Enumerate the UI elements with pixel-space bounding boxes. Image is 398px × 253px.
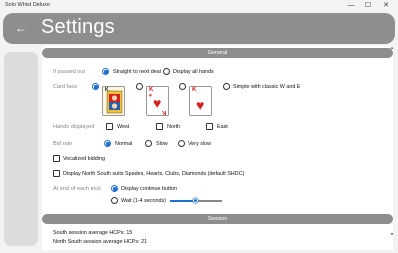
- west-label: West: [117, 124, 130, 130]
- radio-card-face-2[interactable]: [136, 83, 143, 90]
- north-label: North: [167, 124, 181, 130]
- window-title: Solo Whist Deluxe: [5, 2, 50, 8]
- wait-seconds-label: Wait (1-4 seconds): [121, 198, 167, 204]
- card-face-preview-1: K: [102, 86, 125, 116]
- heart-small-icon: ♥: [149, 93, 152, 99]
- checkbox-vocalized-bidding[interactable]: [53, 155, 60, 162]
- wait-slider[interactable]: [170, 196, 222, 205]
- left-panel: [4, 52, 38, 246]
- checkbox-display-north-south-suits[interactable]: [53, 170, 60, 177]
- display-north-south-suits-label: Display North South suits Spades, Hearts…: [63, 171, 245, 177]
- display-continue-button-label: Display continue button: [121, 186, 178, 192]
- scroll-down-icon[interactable]: [390, 233, 394, 236]
- section-header-general: General: [42, 48, 393, 58]
- radio-card-face-1[interactable]: [92, 83, 99, 90]
- minimize-button[interactable]: —: [343, 0, 359, 12]
- hands-displayed-label: Hands displayed: [53, 124, 95, 130]
- radio-display-continue-button[interactable]: [111, 185, 118, 192]
- card-face-label: Card face: [53, 84, 78, 90]
- radio-bid-very-slow[interactable]: [178, 140, 185, 147]
- card-face-preview-2: K ♥ ♥ K: [146, 86, 169, 116]
- simple-classic-label: Simple with classic W and E: [233, 84, 301, 90]
- scrollbar[interactable]: [390, 46, 394, 236]
- north-south-session-hcp: North South session average HCPs: 21: [53, 239, 148, 245]
- bid-rate-label: Bid rate: [53, 141, 73, 147]
- bid-normal-label: Normal: [115, 141, 133, 147]
- card-face-preview-3: K ♥: [189, 86, 212, 116]
- bid-slow-label: Slow: [156, 141, 168, 147]
- vocalized-bidding-label: Vocalized bidding: [63, 156, 105, 162]
- card-rank-bottom: K: [161, 109, 166, 115]
- heart-icon: ♥: [153, 95, 162, 111]
- slider-thumb[interactable]: [193, 198, 198, 203]
- card-rank: K: [105, 87, 109, 93]
- straight-to-next-deal-label: Straight to next deal: [113, 69, 161, 75]
- radio-card-face-3[interactable]: [179, 83, 186, 90]
- radio-display-all-hands[interactable]: [163, 68, 170, 75]
- card-rank: K: [192, 87, 197, 93]
- display-all-hands-label: Display all hands: [173, 69, 214, 75]
- page-title: Settings: [41, 16, 115, 38]
- settings-content: General If passed out Straight to next d…: [42, 46, 393, 250]
- checkbox-east[interactable]: [206, 123, 213, 130]
- maximize-button[interactable]: ☐: [360, 0, 376, 12]
- settings-header: ← Settings: [3, 13, 395, 44]
- scroll-up-icon[interactable]: [390, 46, 394, 50]
- checkbox-north[interactable]: [156, 123, 163, 130]
- radio-straight-to-next-deal[interactable]: [102, 68, 109, 75]
- radio-wait-seconds[interactable]: [111, 197, 118, 204]
- close-button[interactable]: ✕: [378, 0, 394, 12]
- end-of-trick-label: At end of each trick: [53, 186, 101, 192]
- bid-very-slow-label: Very slow: [188, 141, 212, 147]
- title-bar: Solo Whist Deluxe — ☐ ✕: [0, 0, 398, 12]
- south-session-hcp: South session average HCPs: 15: [53, 230, 133, 236]
- radio-bid-slow[interactable]: [145, 140, 152, 147]
- radio-card-face-simple[interactable]: [223, 83, 230, 90]
- section-header-session: Session: [42, 214, 393, 224]
- radio-bid-normal[interactable]: [104, 140, 111, 147]
- heart-icon: ♥: [196, 97, 205, 113]
- back-arrow-icon[interactable]: ←: [15, 20, 29, 36]
- passed-out-label: If passed out: [53, 69, 86, 75]
- east-label: East: [217, 124, 228, 130]
- checkbox-west[interactable]: [106, 123, 113, 130]
